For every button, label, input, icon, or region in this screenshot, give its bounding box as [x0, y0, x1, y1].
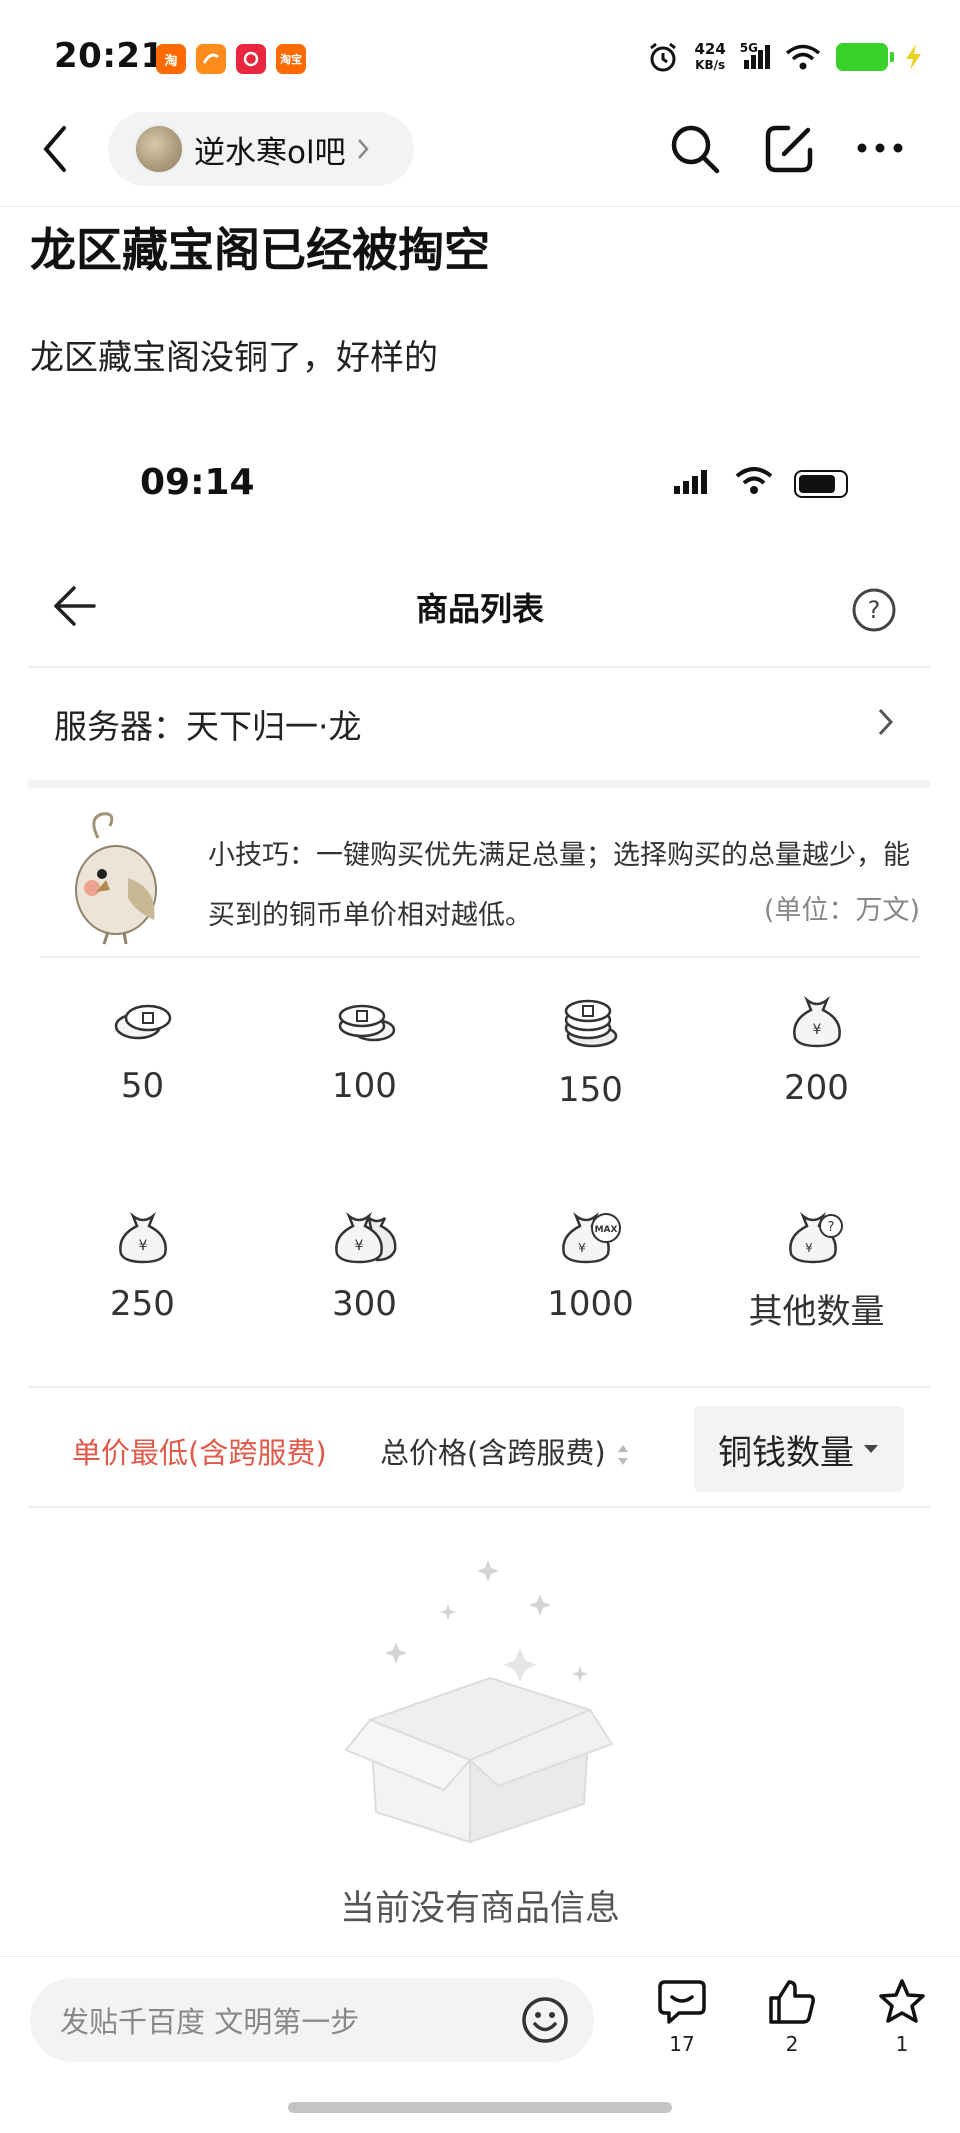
- home-indicator[interactable]: [288, 2102, 672, 2113]
- taobao-icon: 淘: [156, 44, 186, 74]
- coins-stack-icon: [338, 1004, 395, 1042]
- comment-icon: [658, 1980, 706, 2024]
- comment-count: 17: [669, 2032, 695, 2056]
- search-icon[interactable]: [668, 122, 722, 176]
- coins-small-icon: [114, 1004, 171, 1040]
- amount-label: 其他数量: [748, 1292, 885, 1332]
- svg-text:?: ?: [868, 596, 881, 624]
- screenshot-wifi-icon: [735, 467, 773, 494]
- screenshot-battery-icon: [794, 470, 848, 498]
- like-button[interactable]: 2: [752, 1978, 832, 2056]
- money-bag-question-icon: ¥ ?: [788, 1212, 843, 1264]
- sort-total-price-label: 总价格(含跨服费): [380, 1436, 606, 1470]
- forum-avatar: [134, 124, 184, 174]
- sort-total-price[interactable]: 总价格(含跨服费): [380, 1430, 631, 1472]
- money-bag-icon: ¥: [792, 996, 841, 1048]
- wifi-icon: [785, 44, 821, 70]
- server-label: 服务器：: [54, 707, 186, 746]
- post-title: 龙区藏宝阁已经被掏空: [30, 223, 490, 277]
- forum-name: 逆水寒ol吧: [194, 134, 346, 171]
- amount-label: 150: [558, 1070, 623, 1110]
- thumbs-up-icon: [769, 1980, 815, 2024]
- alarm-icon: [650, 42, 677, 72]
- money-bag-icon: ¥: [118, 1212, 167, 1264]
- divider: [28, 1386, 930, 1388]
- money-bag-max-icon: ¥ MAX: [561, 1212, 621, 1264]
- compose-icon[interactable]: [762, 122, 816, 176]
- network-speed: 424 KB/s: [694, 40, 726, 72]
- sort-coin-amount-label: 铜钱数量: [718, 1432, 854, 1473]
- post-body: 龙区藏宝阁没铜了，好样的: [30, 338, 438, 378]
- amount-label: 300: [332, 1284, 397, 1324]
- amount-option-250[interactable]: ¥ 250: [30, 1208, 255, 1324]
- coins-pile-icon: [564, 999, 617, 1048]
- dropdown-caret-icon: [864, 1445, 878, 1453]
- sort-unit-price[interactable]: 单价最低(含跨服费): [72, 1430, 327, 1472]
- unit-label: (单位：万文): [763, 895, 920, 926]
- svg-text:?: ?: [827, 1220, 834, 1235]
- amount-option-1000[interactable]: ¥ MAX 1000: [478, 1208, 703, 1324]
- like-count: 2: [785, 2032, 799, 2056]
- screenshot-page-title: 商品列表: [415, 590, 544, 628]
- favorite-count: 1: [895, 2032, 909, 2056]
- sort-coin-amount[interactable]: 铜钱数量: [694, 1406, 904, 1492]
- star-icon: [879, 1979, 925, 2023]
- svg-text:¥: ¥: [578, 1241, 586, 1255]
- svg-text:¥: ¥: [812, 1022, 821, 1038]
- header-divider: [0, 206, 960, 207]
- more-icon[interactable]: [856, 136, 904, 160]
- screenshot-signal-icon: [674, 470, 707, 494]
- back-icon[interactable]: [40, 124, 70, 174]
- empty-state-text: 当前没有商品信息: [339, 1889, 620, 1929]
- svg-text:¥: ¥: [354, 1238, 363, 1254]
- help-icon[interactable]: ?: [850, 586, 898, 634]
- divider: [28, 666, 930, 668]
- amount-label: 100: [332, 1066, 397, 1106]
- amount-label: 50: [120, 1066, 165, 1106]
- emoji-icon[interactable]: [520, 1995, 570, 2045]
- amount-option-200[interactable]: ¥ 200: [704, 992, 929, 1108]
- amount-option-50[interactable]: 50: [30, 996, 255, 1106]
- tip-text: 小技巧：一键购买优先满足总量；选择购买的总量越少，能买到的铜币单价相对越低。: [208, 840, 910, 931]
- sort-arrows-icon: [617, 1445, 628, 1465]
- divider: [28, 1506, 930, 1508]
- divider: [40, 956, 920, 958]
- app-red-icon: [236, 44, 266, 74]
- amount-option-150[interactable]: 150: [478, 996, 703, 1110]
- amount-option-300[interactable]: ¥ 300: [252, 1208, 477, 1324]
- svg-text:¥: ¥: [138, 1238, 147, 1254]
- favorite-button[interactable]: 1: [862, 1978, 942, 2056]
- mascot-bird-icon: [75, 812, 157, 945]
- server-selector[interactable]: 服务器：天下归一·龙: [54, 700, 362, 748]
- forum-chip[interactable]: 逆水寒ol吧: [108, 112, 414, 186]
- svg-text:MAX: MAX: [594, 1225, 617, 1235]
- amount-label: 200: [784, 1068, 849, 1108]
- amount-label: 1000: [547, 1284, 634, 1324]
- amount-option-other[interactable]: ¥ ? 其他数量: [704, 1208, 929, 1333]
- screenshot-status-time: 09:14: [140, 462, 255, 503]
- battery-icon: [836, 43, 894, 71]
- svg-text:¥: ¥: [805, 1241, 813, 1255]
- comment-button[interactable]: 17: [642, 1978, 722, 2056]
- taobao-flash-icon: 淘宝: [276, 44, 306, 74]
- section-divider: [28, 780, 930, 788]
- server-chevron-icon: [878, 708, 894, 736]
- charging-icon: [906, 44, 921, 70]
- reply-placeholder: 发贴千百度 文明第一步: [60, 2005, 360, 2039]
- empty-box-icon: [344, 1560, 614, 1844]
- chevron-right-icon: [357, 139, 369, 159]
- amount-label: 250: [110, 1284, 175, 1324]
- money-bags-icon: ¥: [334, 1212, 396, 1264]
- status-time: 20:21: [54, 36, 165, 76]
- app-orange-icon: [196, 44, 226, 74]
- amount-option-100[interactable]: 100: [252, 996, 477, 1106]
- reply-input[interactable]: 发贴千百度 文明第一步: [30, 1978, 594, 2062]
- server-value: 天下归一·龙: [186, 707, 362, 746]
- bottom-divider: [0, 1956, 960, 1957]
- status-indicators: 424 KB/s 5G: [646, 40, 924, 74]
- signal-icon: 5G: [740, 41, 770, 69]
